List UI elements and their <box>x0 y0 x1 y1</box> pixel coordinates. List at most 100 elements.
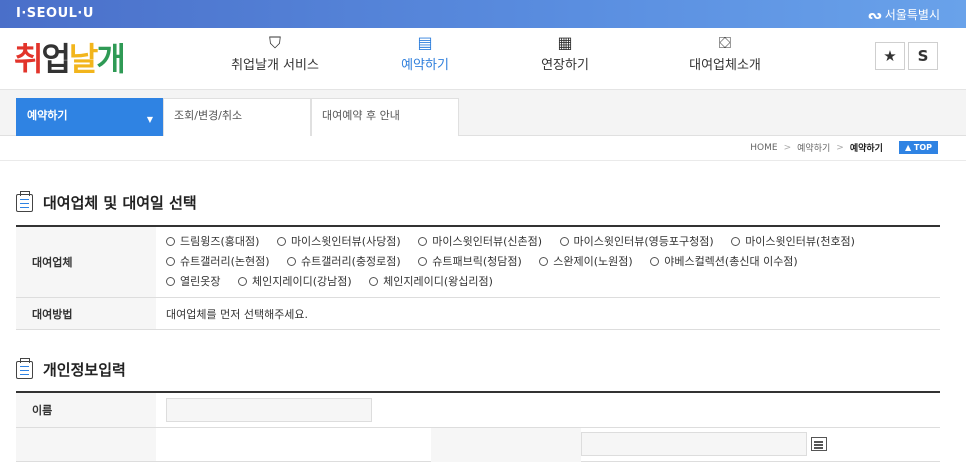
nav-service[interactable]: ⛉ 취업날개 서비스 <box>230 33 320 74</box>
section-personal-title-text: 개인정보입력 <box>43 361 126 379</box>
suit-icon: ⛉ <box>268 33 281 52</box>
vendor-radio-5[interactable]: 마이스윗인터뷰(천호점) <box>731 232 855 252</box>
method-value: 대여업체를 먼저 선택해주세요. <box>156 297 940 330</box>
vendor-option-label-4: 마이스윗인터뷰(영등포구청점) <box>573 235 714 248</box>
vendor-option-label-3: 마이스윗인터뷰(신촌점) <box>432 235 543 248</box>
vendor-radio-10[interactable]: 야베스컬렉션(총신대 이수점) <box>650 252 798 272</box>
favorite-button[interactable]: ★ <box>875 42 905 70</box>
vendor-radio-4[interactable]: 마이스윗인터뷰(영등포구청점) <box>559 232 714 252</box>
section-vendor-title-text: 대여업체 및 대여일 선택 <box>43 194 197 212</box>
logo-char-4: 개 <box>96 40 125 78</box>
vendor-option-label-1: 드림윙즈(홍대점) <box>180 235 260 248</box>
seoul-city-logo[interactable]: ᔓ 서울특별시 <box>868 6 940 23</box>
vendor-radio-6[interactable]: 슈트갤러리(논현점) <box>166 252 270 272</box>
vendor-label: 대여업체 <box>16 226 156 298</box>
breadcrumb: HOME > 예약하기 > 예약하기 ▲ TOP <box>750 141 938 154</box>
breadcrumb-current: 예약하기 <box>849 144 883 154</box>
tab-reserve[interactable]: 예약하기 ▼ <box>16 98 164 136</box>
logo-char-3: 날 <box>68 40 98 78</box>
nav-vendors[interactable]: ⛋ 대여업체소개 <box>680 33 770 74</box>
nav-service-label: 취업날개 서비스 <box>231 58 319 73</box>
radio-circle-icon <box>731 237 741 246</box>
vendor-option-label-11: 열린옷장 <box>180 275 221 288</box>
logo-char-2: 업 <box>41 40 70 78</box>
radio-circle-icon <box>418 237 428 246</box>
checklist-icon <box>16 190 33 212</box>
breadcrumb-sep-1: > <box>783 142 792 153</box>
caret-down-icon: ▼ <box>146 115 153 124</box>
radio-circle-icon <box>539 257 549 266</box>
radio-circle-icon <box>166 257 175 266</box>
logo-char-1: 취 <box>14 40 43 78</box>
top-strip: I·SEOUL·U ᔓ 서울특별시 <box>0 0 966 28</box>
checklist-icon <box>16 357 33 379</box>
vendor-radio-9[interactable]: 스완제이(노원점) <box>539 252 633 272</box>
tab-guide[interactable]: 대여예약 후 안내 <box>311 98 459 136</box>
method-label: 대여방법 <box>16 297 156 330</box>
vendor-radio-8[interactable]: 슈트패브릭(청담점) <box>418 252 522 272</box>
briefcase-icon: ⛋ <box>718 33 732 52</box>
vendor-option-label-8: 슈트패브릭(청담점) <box>432 255 522 268</box>
vendor-option-label-6: 슈트갤러리(논현점) <box>180 255 270 268</box>
radio-circle-icon <box>418 257 428 266</box>
vendor-radio-12[interactable]: 체인지레이디(강남점) <box>237 272 352 292</box>
radio-circle-icon <box>276 237 286 246</box>
vendor-radio-11[interactable]: 열린옷장 <box>166 272 220 292</box>
iseoulu-brand[interactable]: I·SEOUL·U <box>16 6 94 21</box>
vendor-radio-1[interactable]: 드림윙즈(홍대점) <box>166 232 259 252</box>
clipboard-icon: ▤ <box>417 33 433 52</box>
tab-lookup[interactable]: 조회/변경/취소 <box>163 98 311 136</box>
vendor-option-label-9: 스완제이(노원점) <box>553 255 633 268</box>
vendor-option-label-12: 체인지레이디(강남점) <box>251 275 352 288</box>
vendor-radio-3[interactable]: 마이스윗인터뷰(신촌점) <box>418 232 542 252</box>
breadcrumb-home[interactable]: HOME <box>750 143 777 153</box>
name-cell <box>156 392 940 428</box>
vendor-form-table: 대여업체 드림윙즈(홍대점) 마이스윗인터뷰(사당점) 마이스윗인터뷰(신촌점)… <box>16 225 940 330</box>
vendor-radio-2[interactable]: 마이스윗인터뷰(사당점) <box>276 232 401 252</box>
radio-circle-icon <box>166 277 175 286</box>
nav-extend[interactable]: ▦ 연장하기 <box>525 33 605 74</box>
tab-lookup-label: 조회/변경/취소 <box>174 109 243 122</box>
radio-circle-icon <box>559 237 569 246</box>
vendor-options: 드림윙즈(홍대점) 마이스윗인터뷰(사당점) 마이스윗인터뷰(신촌점) 마이스윗… <box>156 226 940 298</box>
section-vendor-title: 대여업체 및 대여일 선택 <box>16 190 197 213</box>
date-field-group <box>581 432 827 456</box>
breadcrumb-divider <box>0 160 966 161</box>
next-row-label <box>16 427 156 462</box>
nav-reserve[interactable]: ▤ 예약하기 <box>385 33 465 74</box>
date-input[interactable] <box>581 432 807 456</box>
nav-vendors-label: 대여업체소개 <box>689 58 761 73</box>
breadcrumb-level1[interactable]: 예약하기 <box>797 141 830 154</box>
vendor-option-label-5: 마이스윗인터뷰(천호점) <box>745 235 855 248</box>
site-logo[interactable]: 취업날개 <box>14 34 126 80</box>
sub-tab-bar: 예약하기 ▼ 조회/변경/취소 대여예약 후 안내 <box>0 90 966 136</box>
name-label: 이름 <box>16 392 156 428</box>
tab-reserve-label: 예약하기 <box>27 109 68 122</box>
seoul-logo-mark-icon: ᔓ <box>868 8 882 22</box>
s-button[interactable]: S <box>908 42 938 70</box>
site-header: 취업날개 ⛉ 취업날개 서비스 ▤ 예약하기 ▦ 연장하기 ⛋ 대여업체소개 ★… <box>0 28 966 90</box>
calendar-icon: ▦ <box>557 33 573 52</box>
next-row-cell <box>156 427 940 462</box>
vendor-option-line-3: 열린옷장 체인지레이디(강남점) 체인지레이디(왕십리점) <box>166 272 930 292</box>
method-row: 대여방법 대여업체를 먼저 선택해주세요. <box>16 297 940 330</box>
radio-circle-icon <box>166 237 175 246</box>
name-input[interactable] <box>166 398 372 422</box>
nav-extend-label: 연장하기 <box>541 58 589 73</box>
vendor-option-line-2: 슈트갤러리(논현점) 슈트갤러리(충정로점) 슈트패브릭(청담점) 스완제이(노… <box>166 252 930 272</box>
nav-reserve-label: 예약하기 <box>401 58 449 73</box>
vendor-option-label-10: 야베스컬렉션(총신대 이수점) <box>664 255 798 268</box>
radio-circle-icon <box>650 257 660 266</box>
breadcrumb-sep-2: > <box>836 142 844 153</box>
vendor-row: 대여업체 드림윙즈(홍대점) 마이스윗인터뷰(사당점) 마이스윗인터뷰(신촌점)… <box>16 226 940 298</box>
radio-circle-icon <box>369 277 379 286</box>
next-row-sub-label <box>431 428 581 462</box>
vendor-radio-13[interactable]: 체인지레이디(왕십리점) <box>369 272 493 292</box>
vendor-option-label-13: 체인지레이디(왕십리점) <box>383 275 493 288</box>
calendar-icon[interactable] <box>810 437 827 451</box>
top-button[interactable]: ▲ TOP <box>898 141 938 154</box>
vendor-radio-7[interactable]: 슈트갤러리(충정로점) <box>287 252 401 272</box>
vendor-option-label-7: 슈트갤러리(충정로점) <box>301 255 401 268</box>
vendor-option-label-2: 마이스윗인터뷰(사당점) <box>290 235 401 248</box>
vendor-option-line-1: 드림윙즈(홍대점) 마이스윗인터뷰(사당점) 마이스윗인터뷰(신촌점) 마이스윗… <box>166 232 930 252</box>
